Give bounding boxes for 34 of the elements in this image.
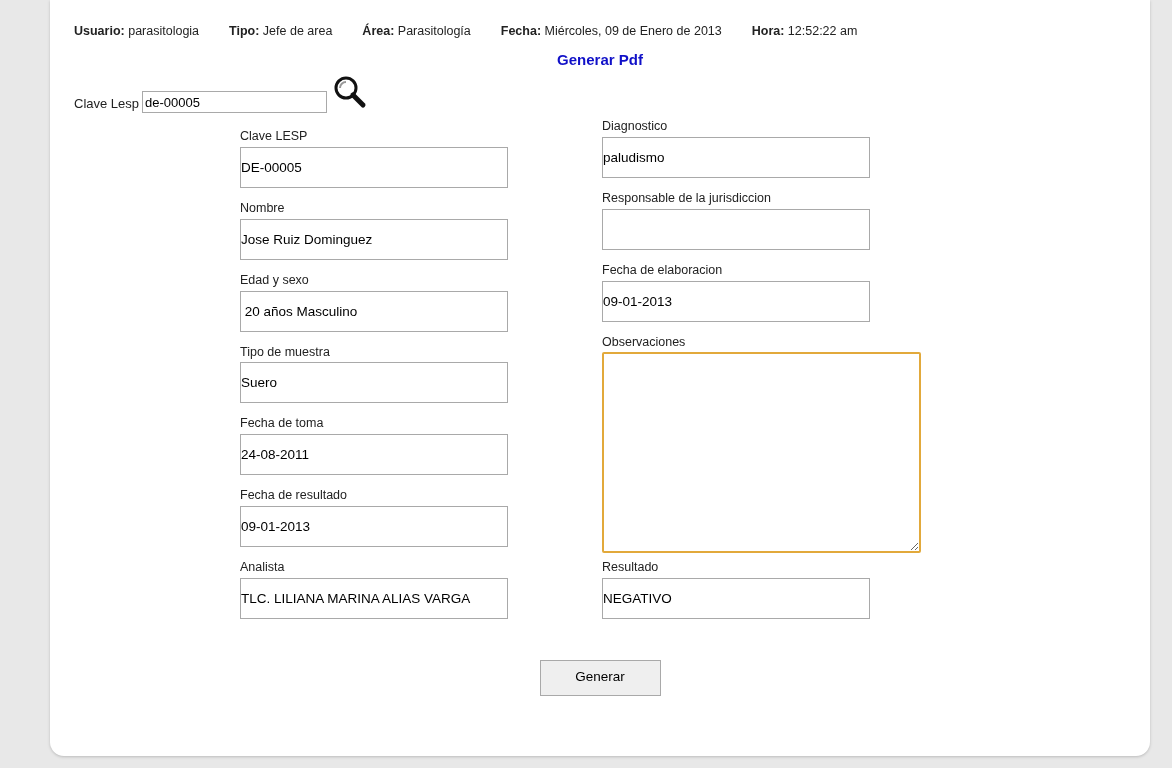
field-label: Nombre — [240, 200, 286, 217]
input-field[interactable]: 24-08-2011 — [240, 434, 508, 475]
page-title: Generar Pdf — [556, 49, 644, 70]
input-field[interactable]: 20 años Masculino — [240, 290, 508, 332]
input-field[interactable]: Suero — [240, 362, 508, 404]
info-text: Área: Parasitología — [362, 22, 471, 40]
field-label: Diagnostico — [602, 118, 669, 136]
input-field[interactable]: Jose Ruiz Dominguez — [240, 218, 508, 260]
field-label: Responsable de la jurisdiccion — [602, 190, 772, 207]
field-label: Observaciones — [602, 333, 687, 351]
input-field[interactable]: paludismo — [602, 137, 870, 178]
field-label: Clave LESP — [240, 128, 309, 146]
input-field[interactable]: 09-01-2013 — [240, 505, 508, 547]
text-area[interactable] — [602, 352, 921, 554]
info-text: Tipo: Jefe de area — [229, 23, 333, 40]
info-text: Fecha: Miércoles, 09 de Enero de 2013 — [500, 23, 722, 40]
info-text: Hora: 12:52:22 am — [751, 23, 858, 40]
input-field[interactable] — [602, 208, 870, 250]
search-icon[interactable] — [333, 75, 368, 110]
input-field[interactable]: DE-00005 — [240, 147, 508, 188]
field-label: Fecha de resultado — [240, 487, 348, 504]
search-field[interactable]: de-00005 — [142, 91, 328, 114]
input-field[interactable]: 09-01-2013 — [602, 280, 870, 322]
input-field[interactable]: TLC. LILIANA MARINA ALIAS VARGA — [240, 577, 508, 619]
field-label: Fecha de elaboracion — [602, 261, 724, 279]
field-label: Analista — [240, 558, 286, 576]
field-label: Tipo de muestra — [240, 343, 331, 361]
field-label: Resultado — [602, 558, 660, 576]
info-text: Usuario: parasitologia — [74, 23, 200, 40]
input-field[interactable]: NEGATIVO — [602, 577, 870, 619]
field-label: Fecha de toma — [240, 415, 325, 433]
field-label: Edad y sexo — [240, 271, 310, 289]
generate-button[interactable]: Generar — [539, 659, 661, 696]
search-label: Clave Lesp — [74, 94, 140, 113]
